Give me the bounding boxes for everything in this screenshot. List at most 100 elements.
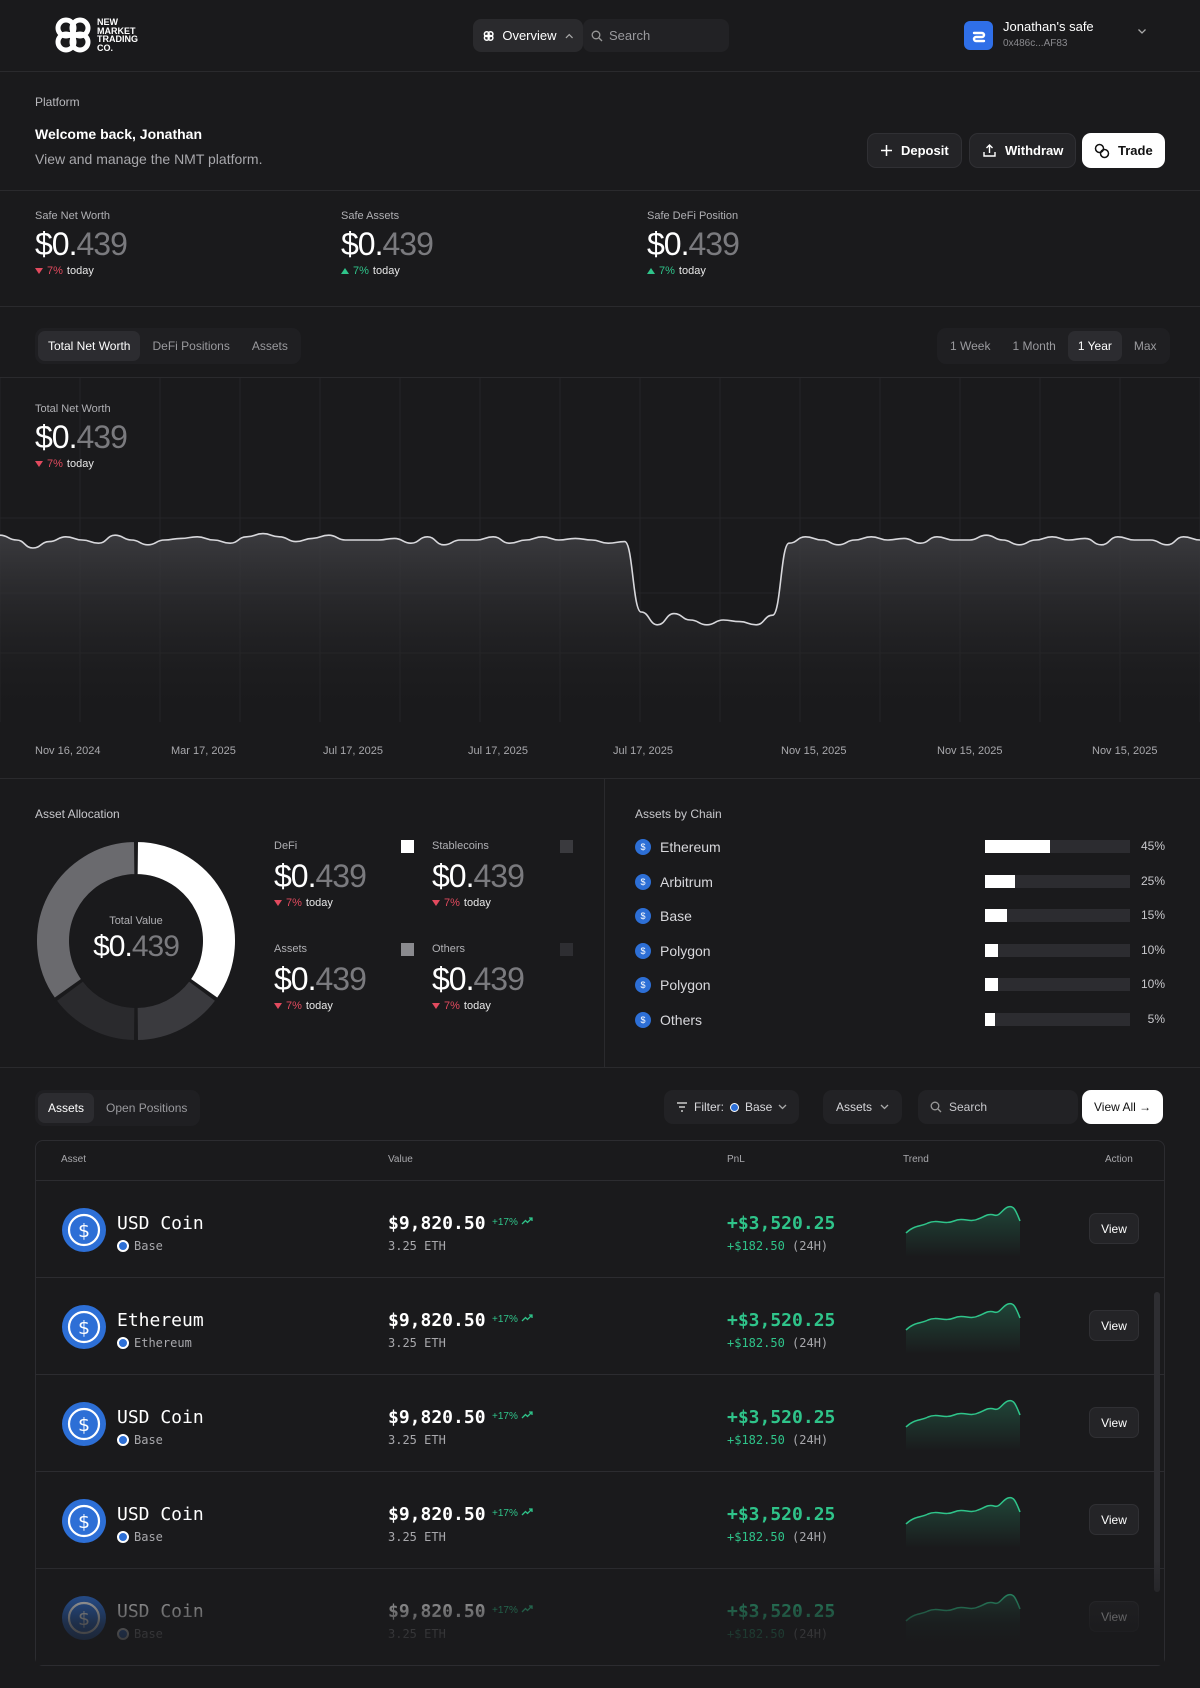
chain-icon: $ bbox=[635, 977, 651, 993]
view-asset-button[interactable]: View bbox=[1089, 1407, 1139, 1438]
table-tabs: Assets Open Positions bbox=[35, 1090, 201, 1126]
filter-label: Filter: bbox=[694, 1100, 724, 1114]
pnl-24h-suffix: (24H) bbox=[792, 1239, 829, 1253]
dollar-coin-icon: $ bbox=[67, 1213, 101, 1247]
tab-total-net-worth[interactable]: Total Net Worth bbox=[38, 331, 141, 361]
table-fade-overlay bbox=[36, 1560, 1164, 1665]
column-header-asset[interactable]: Asset bbox=[61, 1154, 86, 1165]
asset-pnl: +$3,520.25 bbox=[727, 1213, 836, 1234]
trade-icon bbox=[1094, 143, 1110, 158]
logo-text: NEW MARKET TRADING CO. bbox=[97, 17, 138, 53]
view-all-button[interactable]: View All → bbox=[1082, 1090, 1164, 1124]
change-pct: 7% bbox=[47, 458, 63, 470]
dollar-coin-icon: $ bbox=[67, 1504, 101, 1538]
tab-assets-table[interactable]: Assets bbox=[38, 1093, 95, 1123]
value-decimal: 439 bbox=[688, 226, 739, 262]
breadcrumb[interactable]: Platform bbox=[35, 95, 80, 109]
view-asset-button[interactable]: View bbox=[1089, 1310, 1139, 1341]
svg-text:$: $ bbox=[78, 1511, 90, 1533]
table-scrollbar[interactable] bbox=[1154, 1292, 1160, 1592]
up-arrow-icon bbox=[647, 268, 655, 274]
asset-pnl-24h: +$182.50 (24H) bbox=[727, 1433, 828, 1447]
overview-menu[interactable]: Overview bbox=[473, 19, 583, 52]
x-tick-label: Mar 17, 2025 bbox=[171, 745, 236, 757]
chain-row[interactable]: $ Arbitrum bbox=[635, 873, 713, 890]
chain-row[interactable]: $ Others bbox=[635, 1011, 702, 1028]
value-decimal: 439 bbox=[76, 419, 127, 455]
range-1-year[interactable]: 1 Year bbox=[1067, 331, 1122, 361]
asset-chain: Base bbox=[117, 1433, 163, 1447]
alloc-card-assets: Assets $0.439 7% today bbox=[274, 943, 367, 1012]
stat-label: Safe Assets bbox=[341, 210, 400, 222]
alloc-card-defi: DeFi $0.439 7% today bbox=[274, 840, 367, 909]
upload-icon bbox=[983, 144, 996, 157]
view-asset-button[interactable]: View bbox=[1089, 1213, 1139, 1244]
asset-chain-name: Base bbox=[134, 1433, 163, 1447]
view-asset-button[interactable]: View bbox=[1089, 1504, 1139, 1535]
net-worth-chart[interactable] bbox=[0, 378, 1200, 722]
brand-logo[interactable]: NEW MARKET TRADING CO. bbox=[55, 17, 151, 53]
asset-value: $9,820.50 bbox=[388, 1504, 486, 1525]
legend-swatch-defi bbox=[401, 840, 414, 853]
value-decimal: 439 bbox=[315, 858, 366, 894]
tab-open-positions[interactable]: Open Positions bbox=[96, 1093, 197, 1123]
chain-row[interactable]: $ Polygon bbox=[635, 977, 711, 993]
change-suffix: today bbox=[305, 897, 333, 909]
table-row[interactable]: $ Ethereum Ethereum $9,820.50 +17% 3.25 ETH +… bbox=[36, 1277, 1164, 1374]
asset-value-change: +17% bbox=[492, 1314, 533, 1325]
trade-button[interactable]: Trade bbox=[1082, 133, 1165, 168]
table-search-input[interactable]: Search bbox=[918, 1090, 1078, 1124]
chain-icon bbox=[117, 1240, 129, 1252]
range-1-week[interactable]: 1 Week bbox=[940, 331, 1000, 361]
x-tick-label: Jul 17, 2025 bbox=[613, 745, 673, 757]
value-decimal: 439 bbox=[76, 226, 127, 262]
stat-defi-position: Safe DeFi Position $0.439 7% today bbox=[647, 210, 740, 277]
column-header-pnl[interactable]: PnL bbox=[727, 1154, 745, 1165]
chain-row[interactable]: $ Ethereum bbox=[635, 839, 721, 855]
withdraw-button[interactable]: Withdraw bbox=[969, 133, 1077, 168]
column-header-value[interactable]: Value bbox=[388, 1154, 413, 1165]
range-max[interactable]: Max bbox=[1124, 331, 1167, 361]
stat-net-worth: Safe Net Worth $0.439 7% today bbox=[35, 210, 128, 277]
value-main: $0. bbox=[341, 226, 383, 262]
column-header-action[interactable]: Action bbox=[1105, 1154, 1133, 1165]
chain-bar-track bbox=[985, 978, 1130, 991]
coin-icon: $ bbox=[62, 1208, 106, 1252]
asset-amount: 3.25 ETH bbox=[388, 1239, 446, 1253]
top-search-input[interactable]: Search bbox=[583, 19, 729, 52]
chain-bar-fill bbox=[985, 978, 998, 991]
safe-avatar[interactable] bbox=[964, 21, 993, 50]
safe-icon bbox=[972, 31, 985, 42]
chain-name: Base bbox=[660, 908, 692, 924]
asset-amount: 3.25 ETH bbox=[388, 1530, 446, 1544]
chain-row[interactable]: $ Base bbox=[635, 908, 692, 924]
chain-name: Ethereum bbox=[660, 839, 721, 855]
account-name[interactable]: Jonathan's safe bbox=[1003, 19, 1094, 34]
chain-icon: $ bbox=[635, 942, 651, 959]
column-header-trend[interactable]: Trend bbox=[903, 1154, 929, 1165]
deposit-button[interactable]: Deposit bbox=[867, 133, 962, 168]
range-1-month[interactable]: 1 Month bbox=[1002, 331, 1065, 361]
filter-value: Base bbox=[745, 1100, 773, 1114]
dollar-coin-icon: $ bbox=[67, 1310, 101, 1344]
view-all-label: View All → bbox=[1094, 1100, 1152, 1114]
tab-defi-positions[interactable]: DeFi Positions bbox=[142, 331, 239, 361]
asset-chain-name: Ethereum bbox=[134, 1336, 192, 1350]
chain-percent: 25% bbox=[1140, 873, 1165, 888]
chevron-down-icon[interactable] bbox=[1137, 28, 1147, 35]
table-row[interactable]: $ USD Coin Base $9,820.50 +17% 3.25 ETH +$3,5… bbox=[36, 1180, 1164, 1277]
table-row[interactable]: $ USD Coin Base $9,820.50 +17% 3.25 ETH +$3,5… bbox=[36, 1374, 1164, 1471]
asset-chain-name: Base bbox=[134, 1239, 163, 1253]
asset-type-select[interactable]: Assets bbox=[823, 1090, 903, 1124]
svg-text:$: $ bbox=[78, 1414, 90, 1436]
asset-pnl: +$3,520.25 bbox=[727, 1504, 836, 1525]
chain-filter-dropdown[interactable]: Filter: Base bbox=[664, 1090, 800, 1124]
chain-icon bbox=[117, 1337, 129, 1349]
value-decimal: 439 bbox=[315, 961, 366, 997]
table-row[interactable]: $ USD Coin Base $9,820.50 +17% 3.25 ETH +$3,5… bbox=[36, 1471, 1164, 1568]
pnl-24h-value: +$182.50 bbox=[727, 1530, 785, 1544]
legend-swatch-assets bbox=[401, 943, 414, 956]
chain-row[interactable]: $ Polygon bbox=[635, 942, 711, 959]
change-pct: 7% bbox=[444, 897, 460, 909]
tab-assets[interactable]: Assets bbox=[242, 331, 298, 361]
